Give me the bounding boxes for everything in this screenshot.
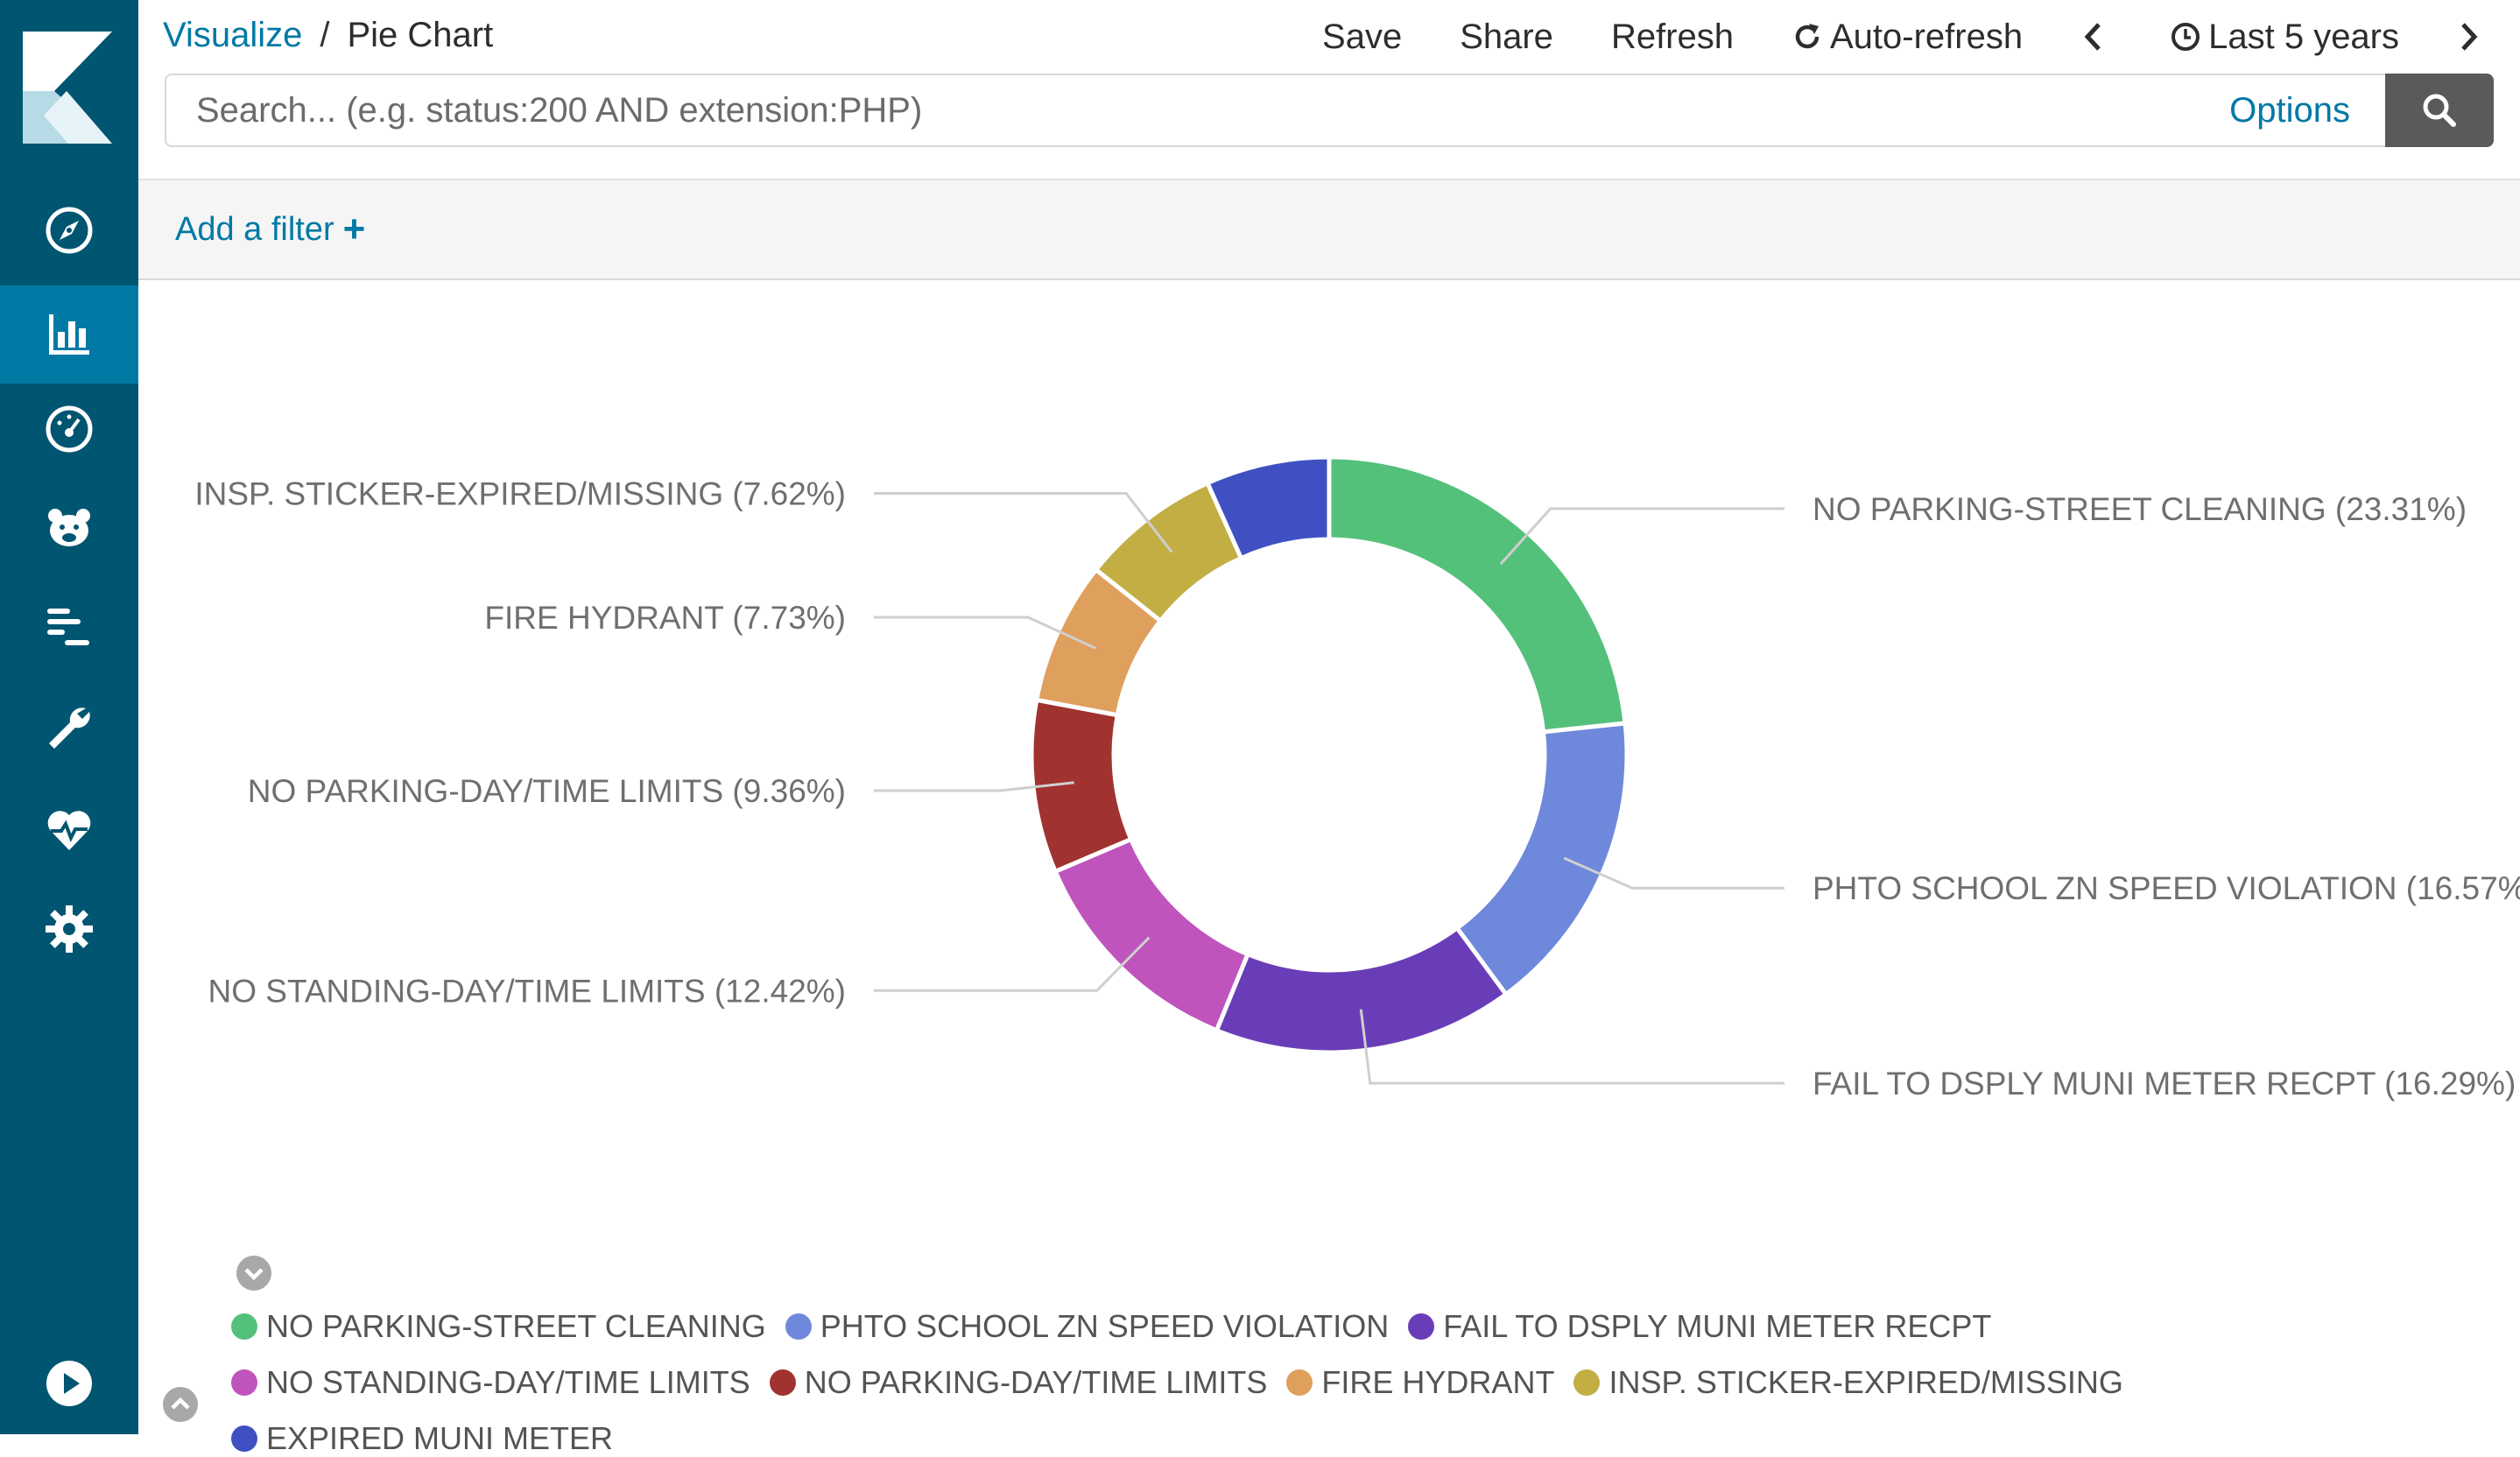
time-range-label: Last 5 years <box>2208 17 2399 56</box>
kibana-logo[interactable] <box>23 32 112 144</box>
legend-item[interactable]: INSP. STICKER-EXPIRED/MISSING <box>1573 1364 2123 1401</box>
breadcrumb: Visualize / Pie Chart <box>163 11 493 60</box>
legend-label: INSP. STICKER-EXPIRED/MISSING <box>1608 1364 2123 1400</box>
breadcrumb-current: Pie Chart <box>347 15 494 54</box>
options-link[interactable]: Options <box>2229 91 2350 130</box>
sidebar-item-dashboard[interactable] <box>0 380 138 478</box>
collapse-panel-button[interactable] <box>161 1385 200 1424</box>
timeline-icon <box>47 609 89 645</box>
gear-icon <box>46 905 93 953</box>
time-previous-button[interactable] <box>2080 21 2112 53</box>
pie-slice-label: INSP. STICKER-EXPIRED/MISSING (7.62%) <box>194 475 846 511</box>
search-input[interactable] <box>166 89 2230 131</box>
legend-item[interactable]: EXPIRED MUNI METER <box>231 1420 613 1457</box>
sidebar-item-monitoring[interactable] <box>0 781 138 879</box>
sidebar-item-dev-tools[interactable] <box>0 679 138 778</box>
bar-chart-icon <box>49 314 89 355</box>
legend-color-dot <box>785 1313 812 1340</box>
chart-legend: NO PARKING-STREET CLEANING PHTO SCHOOL ZN… <box>231 1308 2473 1457</box>
legend-color-dot <box>231 1425 257 1452</box>
sidebar-item-timelion[interactable] <box>0 479 138 577</box>
legend-label: EXPIRED MUNI METER <box>266 1420 614 1456</box>
search-icon <box>2423 94 2456 127</box>
pie-chart: NO PARKING-STREET CLEANING (23.31%) PHTO … <box>194 454 2520 1102</box>
wrench-icon <box>49 707 90 749</box>
pie-slice[interactable] <box>1454 721 1630 998</box>
chevron-left-icon <box>2084 23 2101 51</box>
top-menu: Save Share Refresh Auto-refresh Last 5 y… <box>1322 11 2488 63</box>
clock-icon <box>2172 23 2200 51</box>
sidebar-item-apm[interactable] <box>0 578 138 676</box>
legend-label: NO PARKING-DAY/TIME LIMITS <box>804 1364 1268 1400</box>
search-bar: Options <box>165 74 2494 151</box>
legend-label: FIRE HYDRANT <box>1321 1364 1555 1400</box>
pie-slice-label: FIRE HYDRANT (7.73%) <box>484 600 846 636</box>
breadcrumb-separator: / <box>320 15 330 54</box>
legend-color-dot <box>1286 1369 1313 1396</box>
legend-item[interactable]: FIRE HYDRANT <box>1286 1364 1554 1401</box>
top-nav: Visualize / Pie Chart Save Share Refresh… <box>138 0 2520 179</box>
compass-icon <box>46 207 93 254</box>
legend-color-dot <box>1573 1369 1601 1396</box>
legend-color-dot <box>769 1369 796 1396</box>
sidebar-item-discover[interactable] <box>0 181 138 279</box>
search-button[interactable] <box>2385 74 2494 147</box>
heartbeat-icon <box>47 811 91 850</box>
sidebar <box>0 0 138 1434</box>
auto-refresh-button[interactable]: Auto-refresh <box>1791 18 2023 57</box>
time-picker-button[interactable]: Last 5 years <box>2170 18 2399 57</box>
pie-slice[interactable] <box>1327 454 1628 735</box>
time-next-button[interactable] <box>2457 21 2488 53</box>
sidebar-collapse-toggle[interactable] <box>0 1334 138 1432</box>
legend-color-dot <box>1408 1313 1435 1340</box>
plus-icon: + <box>342 208 366 250</box>
filter-bar: Add a filter + <box>138 179 2520 280</box>
bear-icon <box>48 509 90 546</box>
add-filter-button[interactable]: Add a filter + <box>175 210 365 249</box>
legend-label: NO STANDING-DAY/TIME LIMITS <box>266 1364 750 1400</box>
save-button[interactable]: Save <box>1322 18 1402 57</box>
legend-label: FAIL TO DSPLY MUNI METER RECPT <box>1443 1308 1992 1344</box>
pie-slice[interactable] <box>1052 836 1251 1034</box>
refresh-icon <box>1795 24 1820 49</box>
play-icon <box>46 1361 92 1406</box>
legend-color-dot <box>231 1369 257 1396</box>
legend-toggle[interactable] <box>235 1254 273 1292</box>
legend-color-dot <box>231 1313 257 1340</box>
gauge-icon <box>46 405 93 453</box>
breadcrumb-visualize-link[interactable]: Visualize <box>163 16 302 55</box>
share-button[interactable]: Share <box>1460 18 1553 57</box>
auto-refresh-label: Auto-refresh <box>1830 17 2024 56</box>
add-filter-label: Add a filter <box>175 210 334 248</box>
legend-item[interactable]: NO PARKING-STREET CLEANING <box>231 1308 766 1345</box>
pie-slice-label: NO STANDING-DAY/TIME LIMITS (12.42%) <box>208 973 846 1009</box>
refresh-button[interactable]: Refresh <box>1611 18 1734 57</box>
sidebar-item-management[interactable] <box>0 880 138 978</box>
pie-slice-label: NO PARKING-DAY/TIME LIMITS (9.36%) <box>248 773 846 809</box>
search-box: Options <box>165 74 2385 147</box>
legend-label: PHTO SCHOOL ZN SPEED VIOLATION <box>820 1308 1390 1344</box>
sidebar-item-visualize[interactable] <box>0 285 138 384</box>
pie-slice[interactable] <box>1214 925 1510 1055</box>
pie-slice-label: NO PARKING-STREET CLEANING (23.31%) <box>1813 491 2467 527</box>
legend-item[interactable]: FAIL TO DSPLY MUNI METER RECPT <box>1408 1308 1991 1345</box>
legend-label: NO PARKING-STREET CLEANING <box>266 1308 766 1344</box>
pie-slice-label: PHTO SCHOOL ZN SPEED VIOLATION (16.57%) <box>1813 870 2520 906</box>
pie-slice-label: FAIL TO DSPLY MUNI METER RECPT (16.29%) <box>1813 1066 2516 1102</box>
chevron-right-icon <box>2461 23 2478 51</box>
legend-item[interactable]: NO STANDING-DAY/TIME LIMITS <box>231 1364 750 1401</box>
legend-item[interactable]: PHTO SCHOOL ZN SPEED VIOLATION <box>785 1308 1389 1345</box>
legend-item[interactable]: NO PARKING-DAY/TIME LIMITS <box>769 1364 1268 1401</box>
